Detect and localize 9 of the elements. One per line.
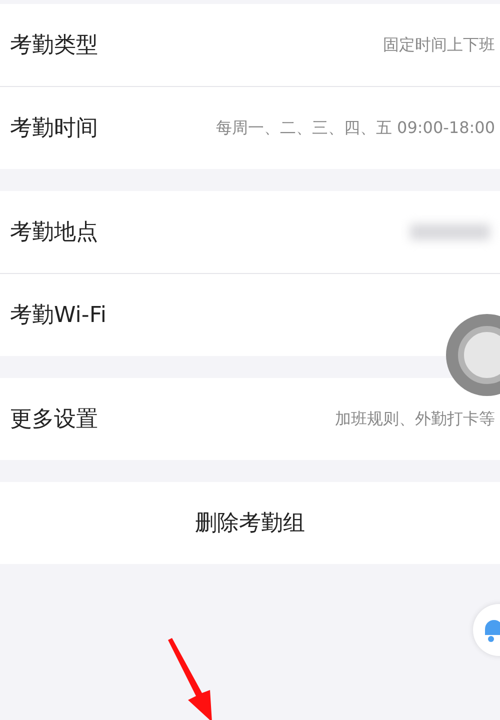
row-value: 固定时间上下班 [383,34,495,56]
row-label: 考勤时间 [10,115,98,143]
row-value: 加班规则、外勤打卡等 [335,408,495,430]
row-value: 每周一、二、三、四、五 09:00-18:00 [216,118,495,138]
row-label: 考勤地点 [10,219,98,247]
row-label: 考勤类型 [10,32,98,60]
row-label: 更多设置 [10,406,98,434]
row-label: 考勤Wi-Fi [10,302,106,330]
delete-group-button[interactable]: 删除考勤组 [0,482,500,564]
